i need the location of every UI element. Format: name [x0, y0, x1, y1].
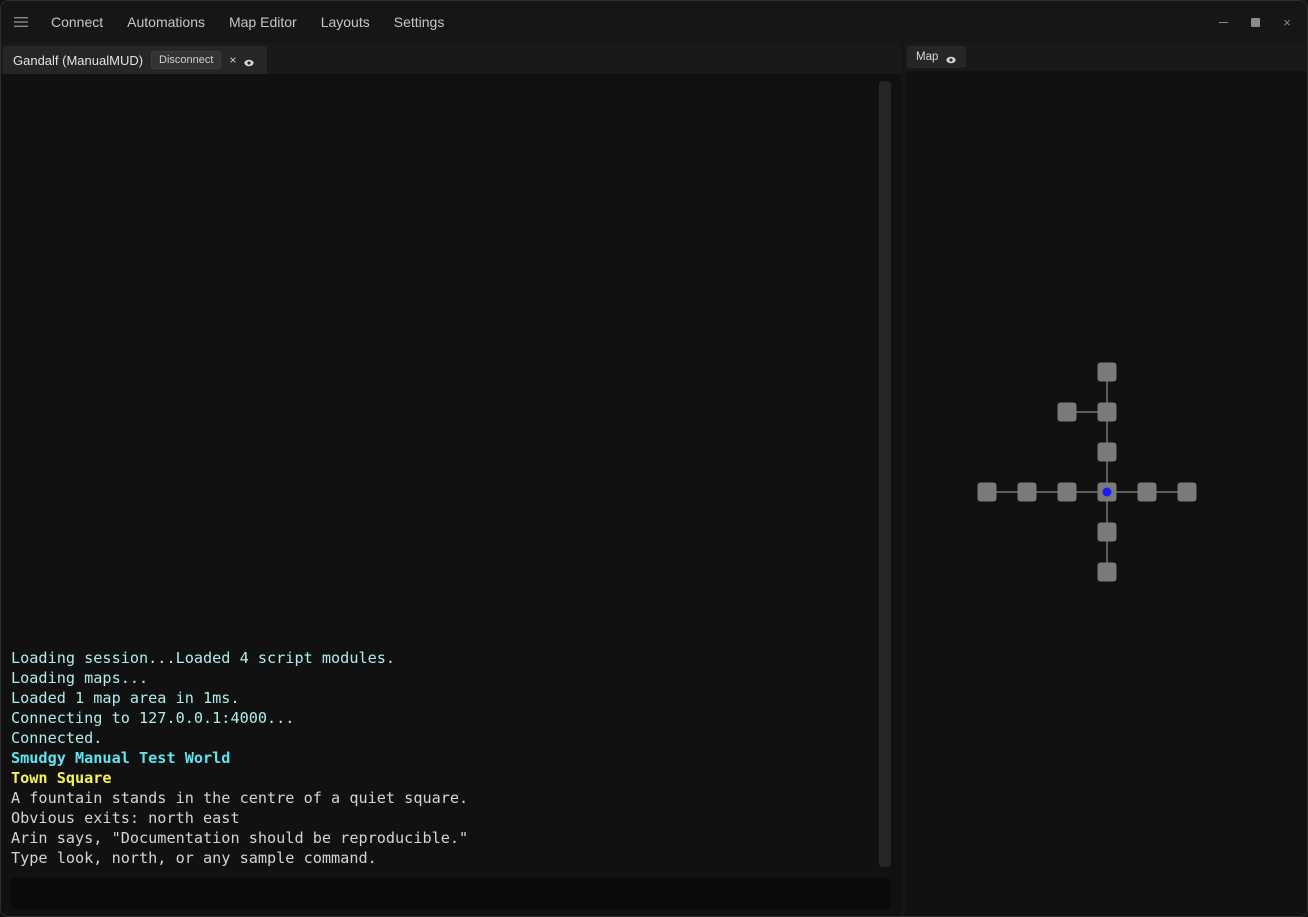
maximize-icon: [1250, 17, 1260, 27]
map-room[interactable]: [1097, 522, 1117, 542]
mud-output: Loading session...Loaded 4 script module…: [11, 648, 871, 868]
map-room[interactable]: [1137, 482, 1157, 502]
eye-glyph: [244, 59, 255, 67]
map-room[interactable]: [1097, 362, 1117, 382]
hamburger-glyph: [14, 17, 28, 27]
output-scrollbar[interactable]: [879, 81, 891, 867]
output-line: Loading maps...: [11, 669, 149, 687]
output-line: A fountain stands in the centre of a qui…: [11, 789, 469, 807]
menu-map-editor[interactable]: Map Editor: [229, 14, 297, 30]
map-room[interactable]: [1057, 402, 1077, 422]
output-line: Loaded 1 map area in 1ms.: [11, 689, 240, 707]
output-line: Arin says, "Documentation should be repr…: [11, 829, 469, 847]
output-line: Smudgy Manual Test World: [11, 749, 231, 767]
eye-icon[interactable]: [244, 55, 255, 67]
map-room[interactable]: [1097, 562, 1117, 582]
maximize-button[interactable]: [1245, 1, 1265, 43]
command-input[interactable]: [11, 878, 891, 909]
map-room[interactable]: [977, 482, 997, 502]
hamburger-menu-icon[interactable]: [1, 1, 41, 43]
map-room[interactable]: [1017, 482, 1037, 502]
menu-layouts[interactable]: Layouts: [321, 14, 370, 30]
session-tab[interactable]: Gandalf (ManualMUD) Disconnect ×: [3, 46, 267, 74]
minimize-icon: [1218, 21, 1228, 23]
close-icon: ×: [1283, 14, 1291, 30]
map-room[interactable]: [1177, 482, 1197, 502]
map-room[interactable]: [1057, 482, 1077, 502]
app-window: Connect Automations Map Editor Layouts S…: [0, 0, 1308, 917]
disconnect-button[interactable]: Disconnect: [151, 51, 222, 69]
menu-bar: Connect Automations Map Editor Layouts S…: [1, 1, 1307, 43]
map-room[interactable]: [1097, 402, 1117, 422]
output-line: Type look, north, or any sample command.: [11, 849, 377, 867]
map-room[interactable]: [1097, 442, 1117, 462]
menu-automations[interactable]: Automations: [127, 14, 205, 30]
output-line: Loading session...Loaded 4 script module…: [11, 649, 396, 667]
close-tab-icon[interactable]: ×: [229, 53, 236, 67]
session-pane: Gandalf (ManualMUD) Disconnect × Loading…: [1, 43, 901, 916]
menu-settings[interactable]: Settings: [394, 14, 445, 30]
session-tab-bar: Gandalf (ManualMUD) Disconnect ×: [1, 43, 901, 74]
map-canvas[interactable]: [905, 43, 1308, 917]
close-window-button[interactable]: ×: [1277, 1, 1297, 43]
current-room-marker: [1102, 487, 1112, 497]
output-line: Connected.: [11, 729, 103, 747]
output-line: Obvious exits: north east: [11, 809, 240, 827]
output-line: Connecting to 127.0.0.1:4000...: [11, 709, 295, 727]
minimize-button[interactable]: [1213, 1, 1233, 43]
output-line: Town Square: [11, 769, 112, 787]
map-pane: Map: [905, 43, 1307, 916]
session-title: Gandalf (ManualMUD): [13, 52, 144, 68]
menu-connect[interactable]: Connect: [51, 14, 103, 30]
